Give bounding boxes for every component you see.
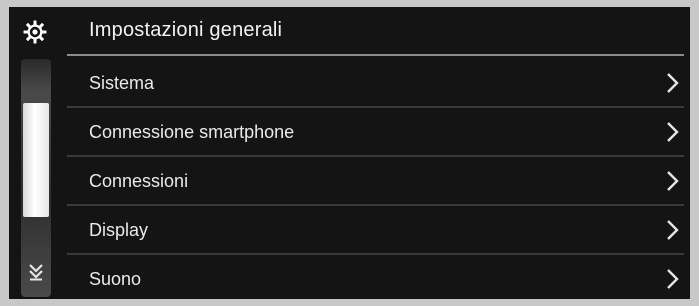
- chevron-right-icon: [666, 268, 680, 290]
- list-item-label: Connessioni: [89, 171, 189, 191]
- list-item-display[interactable]: Display: [67, 206, 684, 255]
- header: Impostazioni generali: [9, 7, 690, 57]
- list-item-sistema[interactable]: Sistema: [67, 59, 684, 108]
- list-item-label: Connessione smartphone: [89, 122, 295, 142]
- gear-icon: [23, 20, 47, 44]
- list-item-label: Display: [89, 220, 149, 240]
- list-item-connessione-smartphone[interactable]: Connessione smartphone: [67, 108, 684, 157]
- list-item-label: Sistema: [89, 73, 155, 93]
- chevron-right-icon: [666, 121, 680, 143]
- settings-list: Sistema Connessione smartphone Connessio…: [67, 59, 684, 299]
- list-item-connessioni[interactable]: Connessioni: [67, 157, 684, 206]
- chevron-right-icon: [666, 170, 680, 192]
- header-divider: [67, 54, 684, 56]
- page-title: Impostazioni generali: [89, 19, 283, 41]
- chevron-right-icon: [666, 72, 680, 94]
- list-item-label: Suono: [89, 269, 142, 289]
- scroll-down-button[interactable]: [23, 259, 49, 289]
- double-chevron-down-icon: [29, 263, 43, 286]
- chevron-right-icon: [666, 219, 680, 241]
- settings-screen: Impostazioni generali Sistema Connession…: [9, 7, 690, 299]
- list-item-suono[interactable]: Suono: [67, 255, 684, 299]
- scrollbar-thumb[interactable]: [23, 103, 49, 217]
